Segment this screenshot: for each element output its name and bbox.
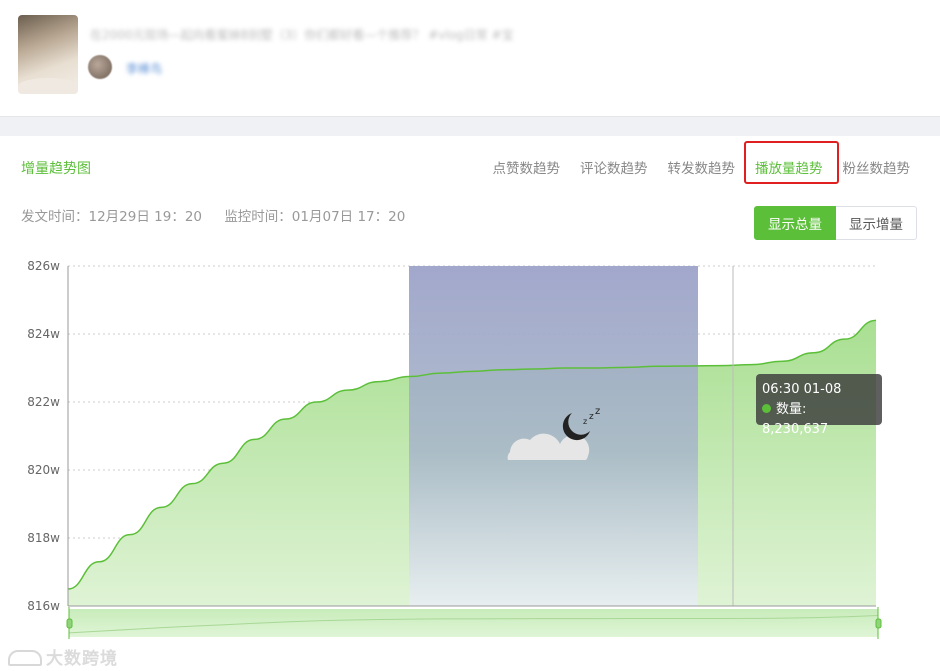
- night-overlay: [409, 266, 698, 606]
- total-increment-toggle: 显示总量 显示增量: [754, 206, 917, 240]
- y-tick-label: 824w: [27, 327, 60, 341]
- zoom-slider-track[interactable]: [69, 609, 878, 637]
- tab-comments-trend[interactable]: 评论数趋势: [570, 157, 658, 177]
- author-name[interactable]: 李棒鸟: [126, 60, 162, 77]
- watermark: 大数跨境: [8, 644, 118, 669]
- zoom-handle-left[interactable]: [66, 618, 73, 629]
- post-thumbnail[interactable]: [18, 15, 78, 94]
- y-tick-label: 822w: [27, 395, 60, 409]
- monitor-time: 监控时间：01月07日 17：20: [224, 209, 406, 225]
- y-axis-ticks: 816w 818w 820w 822w 824w 826w: [27, 259, 60, 613]
- tooltip-value-row: 数量: 8,230,637: [762, 400, 876, 440]
- section-title: 增量趋势图: [21, 161, 91, 177]
- watermark-logo-icon: [8, 650, 42, 666]
- author-avatar[interactable]: [88, 55, 112, 79]
- section-divider: [0, 116, 940, 136]
- show-increment-button[interactable]: 显示增量: [836, 206, 917, 240]
- post-title[interactable]: 在2000元现场—起向看蜜妹B别墅（3）你们都好看—个推荐？ #vlog日常 #…: [90, 26, 514, 43]
- hover-tooltip: 06:30 01-08 数量: 8,230,637: [756, 374, 882, 437]
- tooltip-time: 06:30 01-08: [762, 382, 842, 397]
- y-tick-label: 820w: [27, 463, 60, 477]
- svg-text:z: z: [583, 417, 587, 426]
- show-total-button[interactable]: 显示总量: [754, 206, 836, 240]
- tab-shares-trend[interactable]: 转发数趋势: [658, 157, 746, 177]
- post-header: 在2000元现场—起向看蜜妹B别墅（3）你们都好看—个推荐？ #vlog日常 #…: [0, 0, 940, 116]
- svg-text:z: z: [595, 406, 600, 417]
- zoom-slider[interactable]: [66, 607, 882, 639]
- y-tick-label: 818w: [27, 531, 60, 545]
- play-count-chart[interactable]: 816w 818w 820w 822w 824w 826w z z z: [0, 250, 940, 650]
- y-tick-label: 826w: [27, 259, 60, 273]
- zoom-handle-right[interactable]: [875, 618, 882, 629]
- series-dot-icon: [762, 404, 771, 413]
- tab-followers-trend[interactable]: 粉丝数趋势: [833, 157, 921, 177]
- tooltip-value: 数量: 8,230,637: [762, 402, 829, 437]
- publish-time: 发文时间：12月29日 19：20: [21, 209, 203, 225]
- active-tab-highlight-box: [744, 141, 839, 184]
- svg-text:z: z: [589, 412, 594, 422]
- trend-tabs: 点赞数趋势 评论数趋势 转发数趋势 播放量趋势 粉丝数趋势: [483, 157, 921, 177]
- tab-likes-trend[interactable]: 点赞数趋势: [483, 157, 571, 177]
- y-tick-label: 816w: [27, 599, 60, 613]
- time-meta: 发文时间：12月29日 19：20 监控时间：01月07日 17：20: [21, 205, 405, 225]
